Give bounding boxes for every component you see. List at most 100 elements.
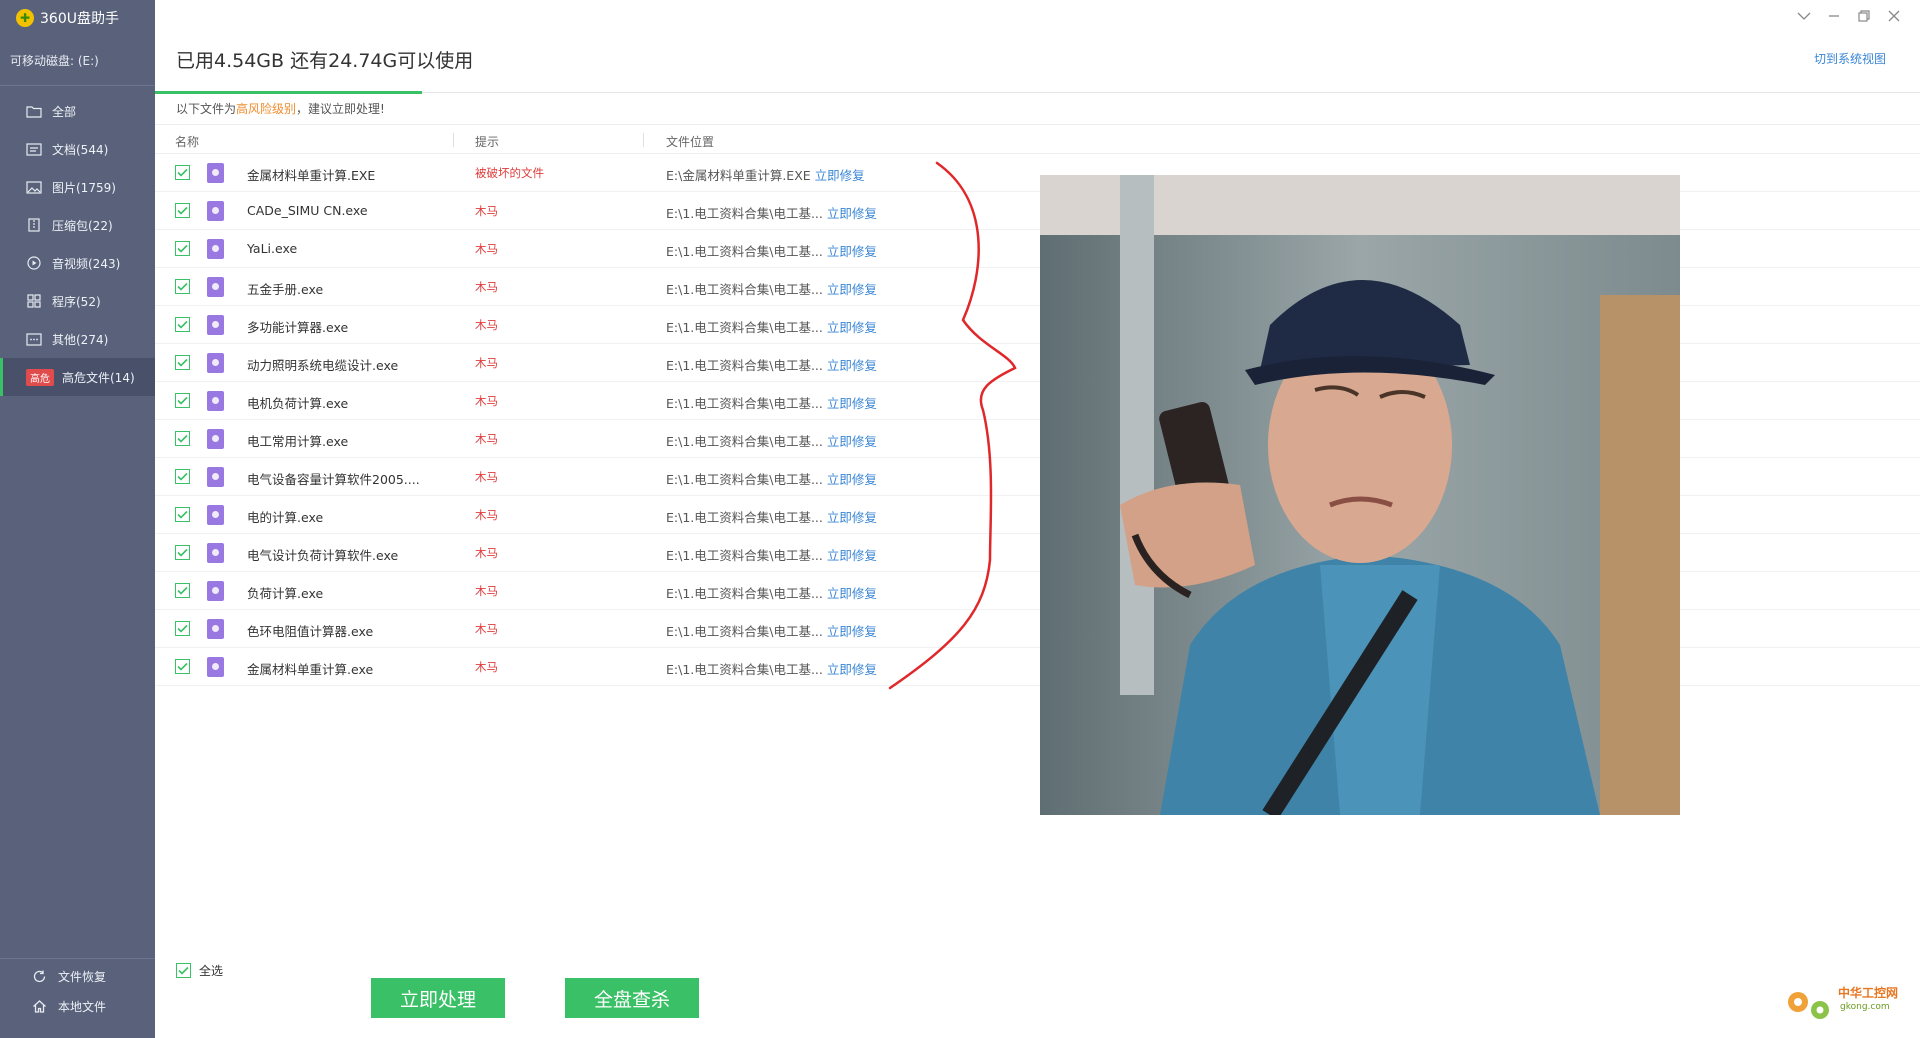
check-icon xyxy=(177,320,188,329)
executable-file-icon xyxy=(207,429,224,449)
risk-type: 木马 xyxy=(475,280,498,294)
repair-now-link[interactable]: 立即修复 xyxy=(827,396,877,411)
executable-file-icon xyxy=(207,543,224,563)
file-name: 负荷计算.exe xyxy=(247,586,324,601)
local-files-label: 本地文件 xyxy=(58,999,107,1014)
document-icon xyxy=(26,142,42,156)
close-button[interactable] xyxy=(1886,8,1902,24)
row-checkbox[interactable] xyxy=(175,165,190,180)
drive-label[interactable]: 可移动磁盘: (E:) xyxy=(10,52,99,69)
file-name: 金属材料单重计算.exe xyxy=(247,662,374,677)
grid-icon xyxy=(26,294,42,308)
executable-file-icon xyxy=(207,581,224,601)
repair-now-link[interactable]: 立即修复 xyxy=(815,168,865,183)
risk-warning: 以下文件为高风险级别，建议立即处理! xyxy=(176,100,385,117)
watermark-subtext: gkong.com xyxy=(1840,1002,1890,1012)
repair-now-link[interactable]: 立即修复 xyxy=(827,624,877,639)
refresh-icon xyxy=(32,969,48,984)
risk-type: 木马 xyxy=(475,394,498,408)
row-checkbox[interactable] xyxy=(175,469,190,484)
row-checkbox[interactable] xyxy=(175,393,190,408)
row-checkbox[interactable] xyxy=(175,241,190,256)
select-all-label: 全选 xyxy=(199,964,224,978)
high-risk-badge: 高危 xyxy=(26,368,54,386)
column-header-location[interactable]: 文件位置 xyxy=(666,133,714,150)
executable-file-icon xyxy=(207,163,224,183)
column-separator[interactable] xyxy=(453,133,454,147)
repair-now-link[interactable]: 立即修复 xyxy=(827,586,877,601)
row-checkbox[interactable] xyxy=(175,545,190,560)
file-recovery-button[interactable]: 文件恢复 xyxy=(0,963,155,989)
meme-photo xyxy=(1040,175,1680,815)
sidebar-item-images[interactable]: 图片(1759) xyxy=(0,168,155,206)
executable-file-icon xyxy=(207,315,224,335)
file-path: E:\1.电工资料合集\电工基... xyxy=(666,510,823,525)
file-recovery-label: 文件恢复 xyxy=(58,969,107,984)
minimize-button[interactable] xyxy=(1826,8,1842,24)
more-icon xyxy=(26,332,42,346)
sidebar-item-high-risk[interactable]: 高危 高危文件(14) xyxy=(0,358,155,396)
column-header-name[interactable]: 名称 xyxy=(175,133,199,150)
repair-now-link[interactable]: 立即修复 xyxy=(827,282,877,297)
repair-now-link[interactable]: 立即修复 xyxy=(827,510,877,525)
repair-now-link[interactable]: 立即修复 xyxy=(827,662,877,677)
column-separator[interactable] xyxy=(643,133,644,147)
repair-now-link[interactable]: 立即修复 xyxy=(827,358,877,373)
row-checkbox[interactable] xyxy=(175,659,190,674)
file-name: 动力照明系统电缆设计.exe xyxy=(247,358,399,373)
check-icon xyxy=(177,472,188,481)
risk-type: 木马 xyxy=(475,622,498,636)
usage-bar-accent xyxy=(155,91,422,94)
row-checkbox[interactable] xyxy=(175,355,190,370)
sidebar-item-label: 其他(274) xyxy=(52,332,109,347)
repair-now-link[interactable]: 立即修复 xyxy=(827,320,877,335)
file-location: E:\1.电工资料合集\电工基... 立即修复 xyxy=(666,545,877,564)
row-checkbox[interactable] xyxy=(175,507,190,522)
watermark: 中华工控网 gkong.com xyxy=(1780,980,1910,1026)
file-path: E:\1.电工资料合集\电工基... xyxy=(666,396,823,411)
local-files-button[interactable]: 本地文件 xyxy=(0,993,155,1019)
row-checkbox[interactable] xyxy=(175,317,190,332)
watermark-text: 中华工控网 xyxy=(1838,986,1899,1000)
sidebar-item-label: 全部 xyxy=(52,104,77,119)
app-logo-icon: ✚ xyxy=(16,9,34,27)
check-icon xyxy=(177,586,188,595)
row-checkbox[interactable] xyxy=(175,431,190,446)
system-view-link[interactable]: 切到系统视图 xyxy=(1814,50,1886,67)
sidebar-item-others[interactable]: 其他(274) xyxy=(0,320,155,358)
row-checkbox[interactable] xyxy=(175,279,190,294)
gear-icon xyxy=(1788,992,1829,1019)
column-header-tip[interactable]: 提示 xyxy=(475,133,499,150)
sidebar-item-label: 压缩包(22) xyxy=(52,218,113,233)
repair-now-link[interactable]: 立即修复 xyxy=(827,434,877,449)
sidebar-item-media[interactable]: 音视频(243) xyxy=(0,244,155,282)
file-location: E:\1.电工资料合集\电工基... 立即修复 xyxy=(666,279,877,298)
row-checkbox[interactable] xyxy=(175,203,190,218)
process-now-button[interactable]: 立即处理 xyxy=(371,978,505,1018)
select-all-checkbox[interactable]: 全选 xyxy=(176,962,223,979)
risk-type: 木马 xyxy=(475,660,498,674)
sidebar-item-all[interactable]: 全部 xyxy=(0,92,155,130)
file-name: 五金手册.exe xyxy=(247,282,324,297)
risk-type: 木马 xyxy=(475,508,498,522)
risk-type: 木马 xyxy=(475,204,498,218)
sidebar-item-programs[interactable]: 程序(52) xyxy=(0,282,155,320)
check-icon xyxy=(177,206,188,215)
file-path: E:\1.电工资料合集\电工基... xyxy=(666,320,823,335)
row-checkbox[interactable] xyxy=(175,621,190,636)
restore-button[interactable] xyxy=(1856,8,1872,24)
executable-file-icon xyxy=(207,467,224,487)
repair-now-link[interactable]: 立即修复 xyxy=(827,548,877,563)
repair-now-link[interactable]: 立即修复 xyxy=(827,472,877,487)
check-icon xyxy=(177,282,188,291)
app-title-text: 360U盘助手 xyxy=(40,11,119,27)
sidebar-item-archives[interactable]: 压缩包(22) xyxy=(0,206,155,244)
full-disk-scan-button[interactable]: 全盘查杀 xyxy=(565,978,699,1018)
sidebar-item-documents[interactable]: 文档(544) xyxy=(0,130,155,168)
repair-now-link[interactable]: 立即修复 xyxy=(827,206,877,221)
row-checkbox[interactable] xyxy=(175,583,190,598)
file-path: E:\1.电工资料合集\电工基... xyxy=(666,206,823,221)
repair-now-link[interactable]: 立即修复 xyxy=(827,244,877,259)
checkbox[interactable] xyxy=(176,963,191,978)
dropdown-menu-button[interactable] xyxy=(1796,8,1812,24)
